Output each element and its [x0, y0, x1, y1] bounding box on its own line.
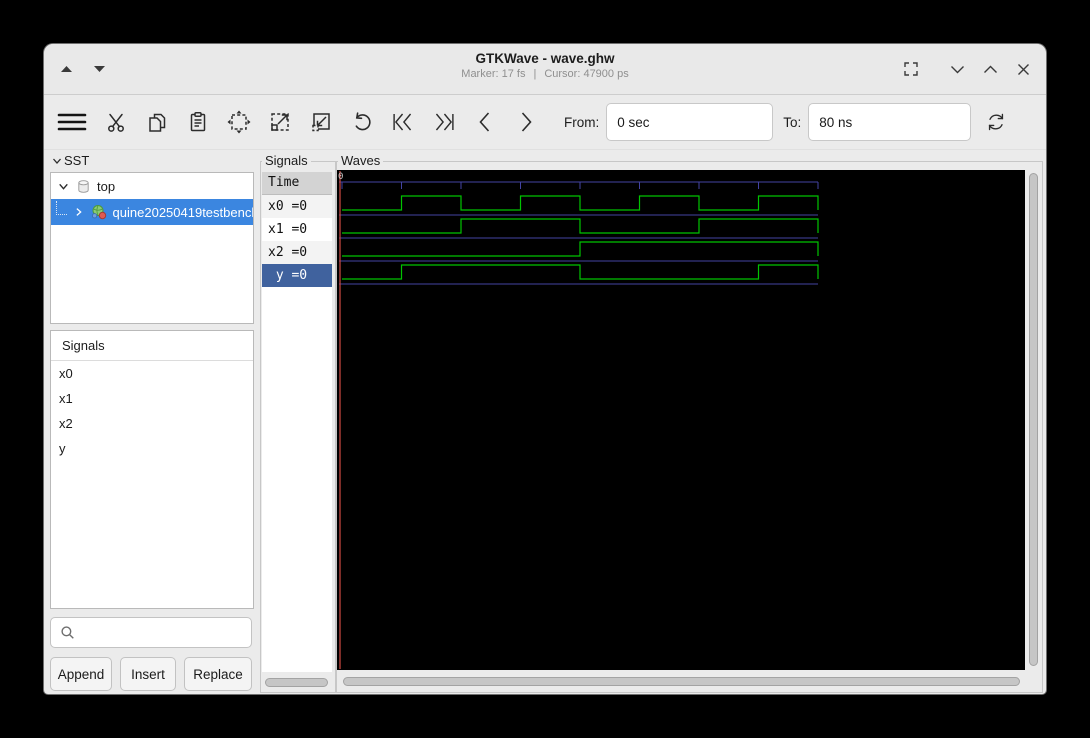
maximize-icon[interactable]: [982, 61, 999, 78]
time-header: Time: [262, 172, 332, 195]
sst-expander[interactable]: SST: [51, 153, 89, 168]
zoom-out-icon[interactable]: [309, 109, 333, 135]
to-label: To:: [783, 114, 802, 130]
action-buttons: Append Insert Replace: [50, 657, 252, 691]
signal-row-x2[interactable]: x2 =0: [262, 241, 332, 264]
previous-edge-icon[interactable]: [473, 109, 497, 135]
svg-text:0: 0: [338, 172, 343, 182]
zoom-fit-icon[interactable]: [227, 109, 251, 135]
waves-horizontal-scrollbar[interactable]: [343, 677, 1020, 686]
module-icon: [91, 204, 107, 220]
sst-tree: top quine20250419testbench: [50, 172, 254, 324]
signal-row-x1[interactable]: x1 =0: [262, 218, 332, 241]
tree-connector: [56, 200, 67, 215]
window-subtitle: Marker: 17 fs | Cursor: 47900 ps: [44, 68, 1046, 80]
fullscreen-icon[interactable]: [902, 61, 919, 78]
menu-icon[interactable]: [57, 109, 87, 135]
close-icon[interactable]: [1015, 61, 1032, 78]
signal-search-box: [50, 617, 252, 648]
tree-item-label: quine20250419testbench: [112, 204, 253, 220]
from-label: From:: [564, 114, 600, 130]
signal-row-x0[interactable]: x0 =0: [262, 195, 332, 218]
tree-item-testbench[interactable]: quine20250419testbench: [51, 199, 253, 225]
list-item-x0[interactable]: x0: [51, 361, 253, 386]
signals-frame-label: Signals: [262, 153, 311, 168]
skip-to-start-icon[interactable]: [391, 109, 415, 135]
cut-icon[interactable]: [104, 109, 128, 135]
marker-status: Marker: 17 fs: [461, 68, 526, 80]
insert-button[interactable]: Insert: [120, 657, 176, 691]
main-content: SST top quine20250419testbench Signals x…: [44, 150, 1046, 694]
from-input[interactable]: [606, 103, 774, 141]
next-edge-icon[interactable]: [514, 109, 538, 135]
paste-icon[interactable]: [186, 109, 210, 135]
search-input[interactable]: [81, 624, 245, 641]
undo-icon[interactable]: [350, 109, 374, 135]
minimize-icon[interactable]: [949, 61, 966, 78]
waves-vertical-scrollbar[interactable]: [1029, 173, 1038, 666]
copy-icon[interactable]: [145, 109, 169, 135]
sst-label: SST: [64, 153, 90, 168]
wave-canvas[interactable]: 0: [337, 170, 1025, 670]
list-item-x1[interactable]: x1: [51, 386, 253, 411]
tree-item-label: top: [97, 178, 116, 194]
titlebar-center: GTKWave - wave.ghw Marker: 17 fs | Curso…: [44, 51, 1046, 80]
reload-icon[interactable]: [984, 109, 1008, 135]
signal-search-panel: Signals x0 x1 x2 y: [50, 330, 254, 609]
search-icon: [60, 625, 75, 640]
signal-row-y[interactable]: y =0: [262, 264, 332, 287]
gtkwave-window: GTKWave - wave.ghw Marker: 17 fs | Curso…: [44, 44, 1046, 694]
signals-horizontal-scrollbar[interactable]: [265, 678, 328, 687]
tree-item-top[interactable]: top: [51, 173, 253, 199]
waves-frame-label: Waves: [338, 153, 384, 168]
append-button[interactable]: Append: [50, 657, 112, 691]
skip-to-end-icon[interactable]: [432, 109, 456, 135]
titlebar: GTKWave - wave.ghw Marker: 17 fs | Curso…: [44, 44, 1046, 95]
signals-name-column: Time x0 =0 x1 =0 x2 =0 y =0: [262, 172, 332, 672]
list-item-x2[interactable]: x2: [51, 411, 253, 436]
list-item-y[interactable]: y: [51, 436, 253, 461]
zoom-in-icon[interactable]: [268, 109, 292, 135]
subtitle-separator: |: [533, 68, 537, 80]
signal-search-header: Signals: [51, 331, 253, 361]
window-controls: [902, 44, 1032, 94]
to-input[interactable]: [808, 103, 972, 141]
database-icon: [76, 179, 91, 194]
toolbar: From: To:: [44, 95, 1046, 150]
cursor-status: Cursor: 47900 ps: [544, 68, 629, 80]
window-title: GTKWave - wave.ghw: [475, 51, 615, 66]
replace-button[interactable]: Replace: [184, 657, 252, 691]
